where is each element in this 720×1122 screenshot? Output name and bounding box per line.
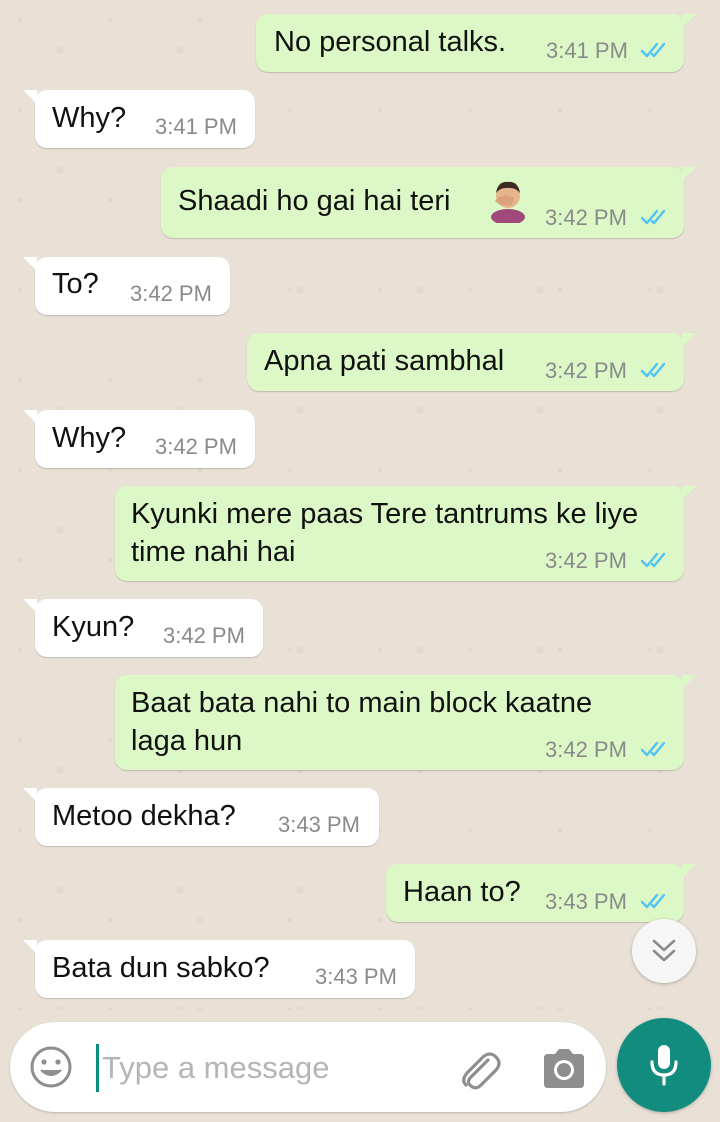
message-outgoing[interactable]: Shaadi ho gai hai teri 3:42 PM: [161, 167, 696, 238]
camera-icon[interactable]: [540, 1046, 588, 1090]
message-outgoing[interactable]: Baat bata nahi to main block kaatne laga…: [115, 675, 696, 770]
message-incoming[interactable]: To? 3:42 PM: [23, 257, 230, 315]
message-text: Bata dun sabko?: [52, 952, 270, 984]
face-palm-icon: [485, 177, 531, 225]
message-text: Apna pati sambhal: [264, 345, 505, 377]
message-time: 3:43 PM: [315, 964, 397, 989]
message-outgoing[interactable]: Haan to? 3:43 PM: [386, 864, 696, 922]
message-outgoing[interactable]: Kyunki mere paas Tere tantrums ke liye t…: [115, 486, 696, 581]
message-time: 3:42 PM: [545, 737, 627, 762]
message-text: Kyun?: [52, 611, 135, 643]
message-time: 3:42 PM: [545, 548, 627, 573]
read-ticks-icon: [640, 552, 666, 568]
emoji-icon[interactable]: [28, 1044, 74, 1090]
message-outgoing[interactable]: No personal talks. 3:41 PM: [256, 14, 696, 72]
read-ticks-icon: [640, 741, 666, 757]
double-chevron-down-icon: [652, 939, 676, 962]
message-incoming[interactable]: Why? 3:41 PM: [23, 90, 255, 148]
paperclip-icon[interactable]: [454, 1044, 504, 1094]
message-time: 3:43 PM: [278, 812, 360, 837]
message-time: 3:43 PM: [545, 889, 627, 914]
message-text: Why?: [52, 422, 127, 454]
scroll-to-bottom-button[interactable]: [632, 919, 696, 983]
text-cursor: [96, 1044, 99, 1092]
message-text: Why?: [52, 102, 127, 134]
read-ticks-icon: [640, 209, 666, 225]
message-incoming[interactable]: Why? 3:42 PM: [23, 410, 255, 468]
message-incoming[interactable]: Metoo dekha? 3:43 PM: [23, 788, 379, 846]
microphone-icon: [650, 1045, 678, 1086]
message-text: Haan to?: [403, 876, 521, 908]
voice-message-button[interactable]: [617, 1018, 711, 1112]
message-time: 3:41 PM: [155, 114, 237, 139]
message-text: Shaadi ho gai hai teri: [178, 185, 451, 217]
message-time: 3:42 PM: [130, 281, 212, 306]
read-ticks-icon: [640, 893, 666, 909]
message-time: 3:42 PM: [163, 623, 245, 648]
message-time: 3:42 PM: [155, 434, 237, 459]
message-text: No personal talks.: [274, 26, 507, 58]
chat-area[interactable]: No personal talks. 3:41 PM Why? 3:41 PM …: [0, 0, 720, 1010]
message-composer[interactable]: Type a message: [10, 1022, 606, 1112]
message-text: Metoo dekha?: [52, 800, 236, 832]
message-incoming[interactable]: Bata dun sabko? 3:43 PM: [23, 940, 415, 998]
message-time: 3:42 PM: [545, 205, 627, 230]
message-input[interactable]: Type a message: [102, 1050, 329, 1086]
message-outgoing[interactable]: Apna pati sambhal 3:42 PM: [247, 333, 696, 391]
read-ticks-icon: [640, 42, 666, 58]
message-incoming[interactable]: Kyun? 3:42 PM: [23, 599, 263, 657]
message-time: 3:42 PM: [545, 358, 627, 383]
message-time: 3:41 PM: [546, 38, 628, 63]
message-text: To?: [52, 268, 99, 300]
read-ticks-icon: [640, 362, 666, 378]
